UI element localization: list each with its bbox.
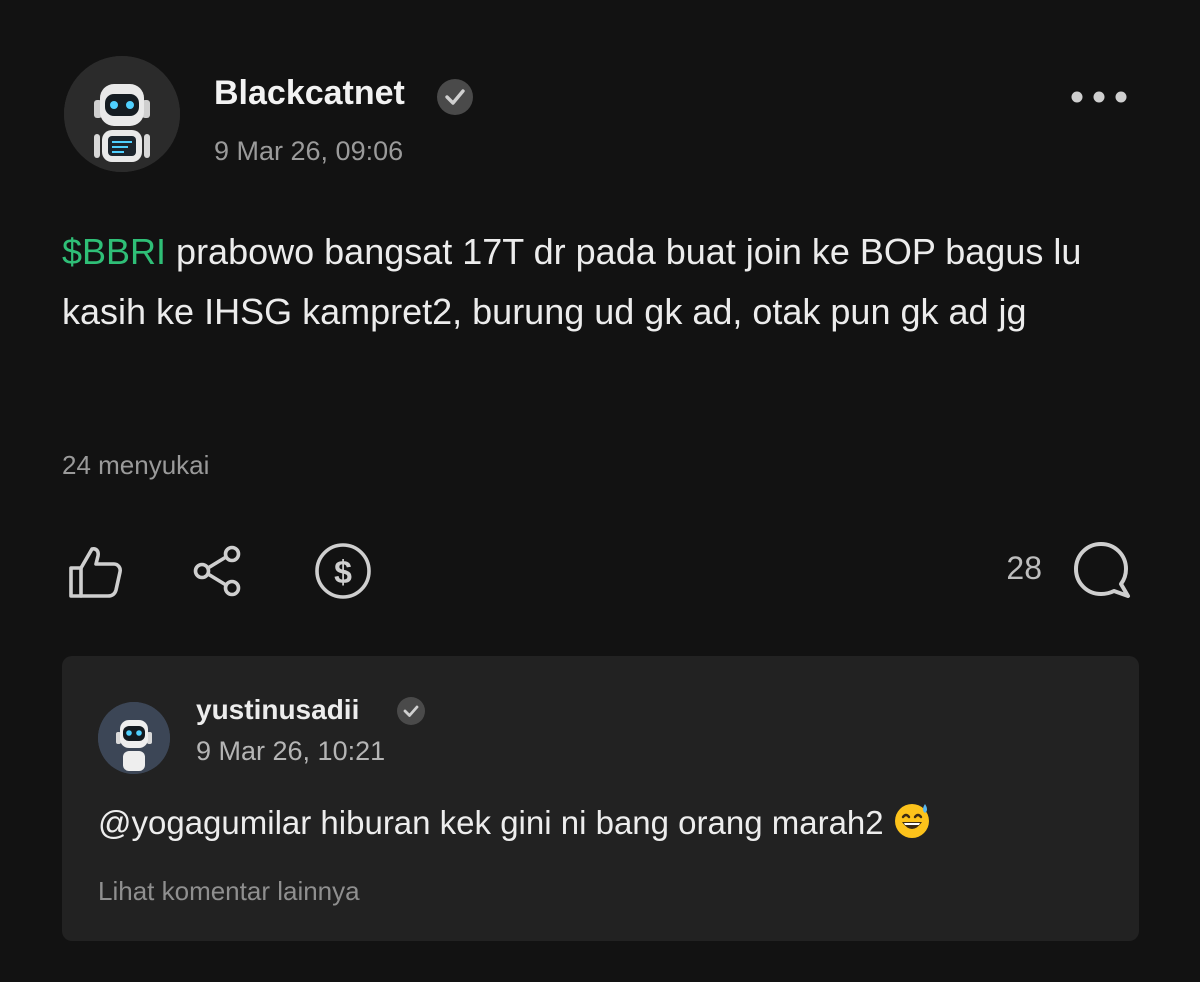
- verified-badge-icon: [396, 696, 426, 726]
- post-body-text: prabowo bangsat 17T dr pada buat join ke…: [62, 231, 1082, 332]
- author-avatar[interactable]: [64, 56, 180, 172]
- ticker-link[interactable]: $BBRI: [62, 231, 166, 272]
- comment-timestamp: 9 Mar 26, 10:21: [196, 736, 386, 766]
- commenter-avatar[interactable]: [98, 702, 170, 774]
- post-card: Blackcatnet 9 Mar 26, 09:06 $BBRI prabow…: [0, 0, 1200, 982]
- more-horizontal-icon: [1071, 91, 1127, 103]
- like-button[interactable]: [64, 540, 126, 602]
- verified-badge-icon: [436, 78, 474, 116]
- more-options-button[interactable]: [1066, 80, 1132, 114]
- view-more-comments-link[interactable]: Lihat komentar lainnya: [98, 876, 360, 907]
- grinning-sweat-emoji-icon: [892, 800, 932, 840]
- comment-body: @yogagumilar hiburan kek gini ni bang or…: [98, 800, 932, 842]
- comment-button[interactable]: [1068, 538, 1136, 604]
- share-button[interactable]: [188, 540, 250, 602]
- thumbs-up-icon: [69, 547, 122, 598]
- dollar-circle-icon: $: [315, 543, 371, 599]
- comment-preview-card[interactable]: yustinusadii 9 Mar 26, 10:21 @yogagumila…: [62, 656, 1139, 941]
- author-name[interactable]: Blackcatnet: [214, 74, 405, 113]
- post-timestamp: 9 Mar 26, 09:06: [214, 136, 404, 166]
- commenter-name[interactable]: yustinusadii: [196, 694, 359, 726]
- comment-count: 28: [1006, 550, 1042, 586]
- likes-count[interactable]: 24 menyukai: [62, 450, 209, 481]
- comment-text: @yogagumilar hiburan kek gini ni bang or…: [98, 804, 884, 841]
- tip-button[interactable]: $: [312, 540, 374, 602]
- share-icon: [193, 545, 241, 597]
- svg-text:$: $: [334, 554, 352, 590]
- comment-bubble-icon: [1074, 542, 1130, 598]
- post-body: $BBRI prabowo bangsat 17T dr pada buat j…: [62, 222, 1142, 342]
